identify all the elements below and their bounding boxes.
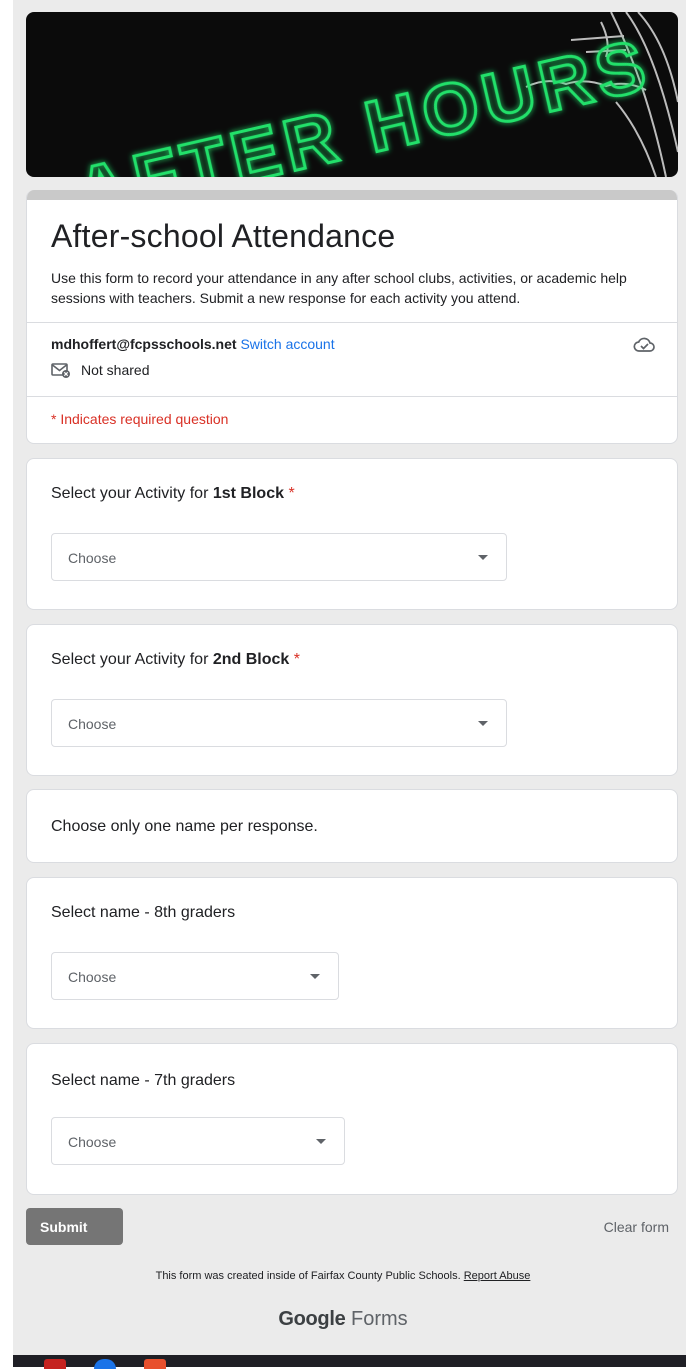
account-row: mdhoffert@fcpsschools.net Switch account: [51, 336, 335, 352]
select-value: Choose: [68, 1134, 117, 1150]
divider: [27, 396, 677, 397]
activity-1st-block-select[interactable]: Choose: [51, 533, 507, 581]
taskbar-app-icon[interactable]: [144, 1359, 166, 1369]
required-asterisk: *: [288, 485, 295, 502]
question-label: Select name - 8th graders: [51, 904, 236, 921]
not-shared-label: Not shared: [81, 362, 150, 378]
form-header-card: After-school Attendance Use this form to…: [26, 190, 678, 444]
footer-note-text: This form was created inside of Fairfax …: [155, 1270, 464, 1282]
logo-forms-text: Forms: [345, 1308, 408, 1330]
switch-account-link[interactable]: Switch account: [240, 336, 334, 352]
dropdown-arrow-icon: [316, 1139, 326, 1144]
banner-artwork: AFTER HOURS: [68, 12, 678, 177]
question-label-bold: 2nd Block: [212, 651, 290, 668]
google-forms-logo[interactable]: Google Forms: [0, 1308, 686, 1331]
activity-2nd-block-select[interactable]: Choose: [51, 699, 507, 747]
name-8th-graders-select[interactable]: Choose: [51, 952, 339, 1000]
select-value: Choose: [68, 969, 117, 985]
footer-note: This form was created inside of Fairfax …: [0, 1270, 686, 1282]
banner-title-text: AFTER HOURS: [70, 25, 659, 177]
question-label: Select your Activity for 1st Block *: [51, 485, 295, 503]
question-card-7th-graders: Select name - 7th graders Choose: [26, 1043, 678, 1195]
select-value: Choose: [68, 716, 117, 732]
page-title: After-school Attendance: [51, 218, 396, 254]
question-label-bold: 1st Block: [212, 485, 284, 502]
cloud-check-icon: [633, 337, 655, 352]
logo-google-text: Google: [278, 1308, 346, 1330]
question-label: Select name - 7th graders: [51, 1072, 236, 1089]
sharing-status: Not shared: [51, 362, 149, 378]
taskbar-app-icon[interactable]: [44, 1359, 66, 1369]
header-accent-bar: [27, 190, 677, 200]
required-asterisk: *: [293, 651, 300, 668]
mail-not-shared-icon: [51, 363, 70, 378]
form-description: Use this form to record your attendance …: [51, 270, 627, 306]
question-card-8th-graders: Select name - 8th graders Choose: [26, 877, 678, 1029]
question-card-2nd-block: Select your Activity for 2nd Block * Cho…: [26, 624, 678, 776]
name-7th-graders-select[interactable]: Choose: [51, 1117, 345, 1165]
header-banner: AFTER HOURS: [26, 12, 678, 177]
question-label-prefix: Select your Activity for: [51, 651, 213, 668]
report-abuse-link[interactable]: Report Abuse: [464, 1270, 531, 1282]
select-value: Choose: [68, 550, 117, 566]
dropdown-arrow-icon: [478, 721, 488, 726]
required-note: * Indicates required question: [51, 411, 229, 427]
section-note-card: Choose only one name per response.: [26, 789, 678, 863]
question-label-prefix: Select your Activity for: [51, 485, 213, 502]
dropdown-arrow-icon: [310, 974, 320, 979]
question-card-1st-block: Select your Activity for 1st Block * Cho…: [26, 458, 678, 610]
submit-button[interactable]: Submit: [26, 1208, 123, 1245]
question-label: Select your Activity for 2nd Block *: [51, 651, 300, 669]
section-note: Choose only one name per response.: [51, 818, 318, 835]
dropdown-arrow-icon: [478, 555, 488, 560]
account-email: mdhoffert@fcpsschools.net: [51, 336, 237, 352]
clear-form-button[interactable]: Clear form: [604, 1219, 669, 1235]
divider: [27, 322, 677, 323]
